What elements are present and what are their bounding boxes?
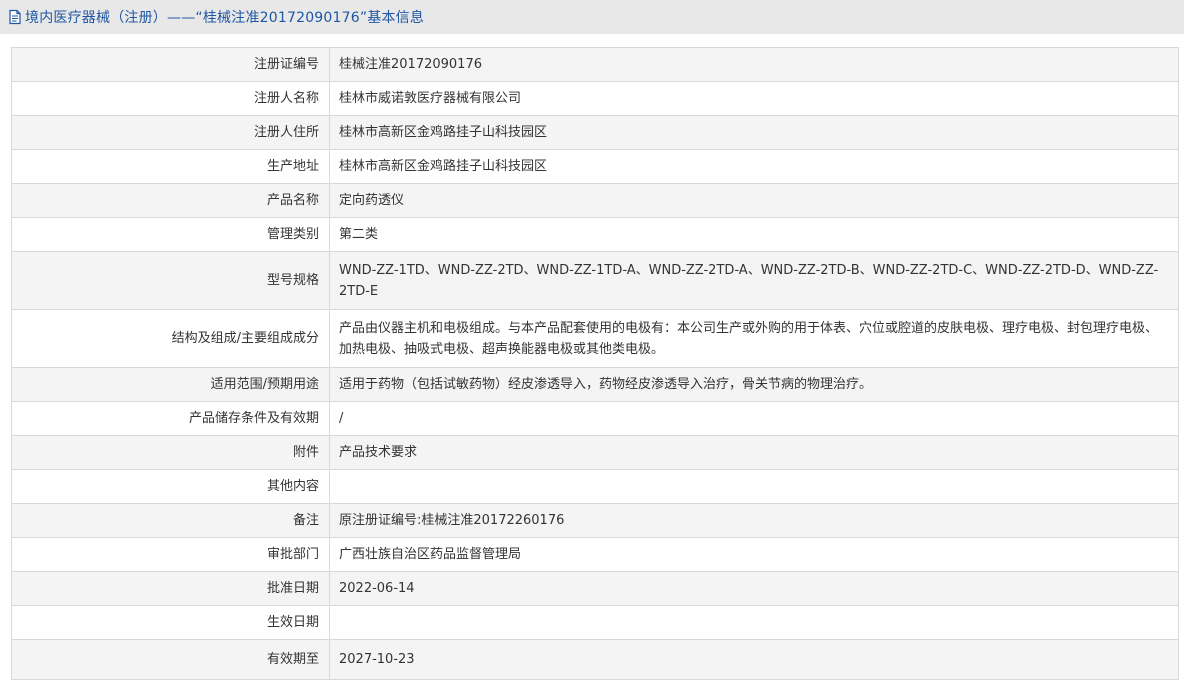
row-label: 其他内容 bbox=[11, 469, 330, 504]
row-label: 适用范围/预期用途 bbox=[11, 367, 330, 402]
table-row: 备注 原注册证编号:桂械注准20172260176 bbox=[11, 503, 1179, 538]
table-row: 生效日期 bbox=[11, 605, 1179, 640]
page-title: 境内医疗器械（注册）——“桂械注准20172090176”基本信息 bbox=[25, 10, 425, 26]
row-label: 产品储存条件及有效期 bbox=[11, 401, 330, 436]
table-row: 结构及组成/主要组成成分 产品由仪器主机和电极组成。与本产品配套使用的电极有：本… bbox=[11, 309, 1179, 368]
row-value: WND-ZZ-1TD、WND-ZZ-2TD、WND-ZZ-1TD-A、WND-Z… bbox=[329, 251, 1179, 310]
row-label: 审批部门 bbox=[11, 537, 330, 572]
detail-table: 注册证编号 桂械注准20172090176 注册人名称 桂林市威诺敦医疗器械有限… bbox=[11, 47, 1179, 680]
table-row: 注册人住所 桂林市高新区金鸡路挂子山科技园区 bbox=[11, 115, 1179, 150]
page-header: 境内医疗器械（注册）——“桂械注准20172090176”基本信息 bbox=[0, 0, 1184, 34]
row-label: 结构及组成/主要组成成分 bbox=[11, 309, 330, 368]
table-row: 适用范围/预期用途 适用于药物（包括试敏药物）经皮渗透导入，药物经皮渗透导入治疗… bbox=[11, 367, 1179, 402]
row-value: 桂林市威诺敦医疗器械有限公司 bbox=[329, 81, 1179, 116]
row-value: 第二类 bbox=[329, 217, 1179, 252]
row-label: 注册人名称 bbox=[11, 81, 330, 116]
row-label: 管理类别 bbox=[11, 217, 330, 252]
row-label: 生效日期 bbox=[11, 605, 330, 640]
row-value: 桂械注准20172090176 bbox=[329, 47, 1179, 82]
detail-table-container: 注册证编号 桂械注准20172090176 注册人名称 桂林市威诺敦医疗器械有限… bbox=[11, 47, 1179, 680]
row-value bbox=[329, 469, 1179, 504]
row-value: 产品由仪器主机和电极组成。与本产品配套使用的电极有：本公司生产或外购的用于体表、… bbox=[329, 309, 1179, 368]
table-row: 批准日期 2022-06-14 bbox=[11, 571, 1179, 606]
row-label: 注册人住所 bbox=[11, 115, 330, 150]
row-value: 2027-10-23 bbox=[329, 639, 1179, 680]
row-label: 产品名称 bbox=[11, 183, 330, 218]
row-label: 备注 bbox=[11, 503, 330, 538]
row-value: 桂林市高新区金鸡路挂子山科技园区 bbox=[329, 115, 1179, 150]
table-row: 附件 产品技术要求 bbox=[11, 435, 1179, 470]
row-value bbox=[329, 605, 1179, 640]
row-value: 原注册证编号:桂械注准20172260176 bbox=[329, 503, 1179, 538]
row-value: 桂林市高新区金鸡路挂子山科技园区 bbox=[329, 149, 1179, 184]
table-row: 产品名称 定向药透仪 bbox=[11, 183, 1179, 218]
table-row: 管理类别 第二类 bbox=[11, 217, 1179, 252]
row-label: 附件 bbox=[11, 435, 330, 470]
row-value: 2022-06-14 bbox=[329, 571, 1179, 606]
row-label: 有效期至 bbox=[11, 639, 330, 680]
row-label: 生产地址 bbox=[11, 149, 330, 184]
row-value: 适用于药物（包括试敏药物）经皮渗透导入，药物经皮渗透导入治疗，骨关节病的物理治疗… bbox=[329, 367, 1179, 402]
table-row: 有效期至 2027-10-23 bbox=[11, 639, 1179, 680]
table-row: 其他内容 bbox=[11, 469, 1179, 504]
row-label: 注册证编号 bbox=[11, 47, 330, 82]
row-label: 批准日期 bbox=[11, 571, 330, 606]
row-value: 定向药透仪 bbox=[329, 183, 1179, 218]
table-row: 审批部门 广西壮族自治区药品监督管理局 bbox=[11, 537, 1179, 572]
row-label: 型号规格 bbox=[11, 251, 330, 310]
table-row: 生产地址 桂林市高新区金鸡路挂子山科技园区 bbox=[11, 149, 1179, 184]
row-value: / bbox=[329, 401, 1179, 436]
table-row: 注册证编号 桂械注准20172090176 bbox=[11, 47, 1179, 82]
row-value: 广西壮族自治区药品监督管理局 bbox=[329, 537, 1179, 572]
document-icon bbox=[8, 9, 22, 25]
table-row: 注册人名称 桂林市威诺敦医疗器械有限公司 bbox=[11, 81, 1179, 116]
table-row: 型号规格 WND-ZZ-1TD、WND-ZZ-2TD、WND-ZZ-1TD-A、… bbox=[11, 251, 1179, 310]
table-row: 产品储存条件及有效期 / bbox=[11, 401, 1179, 436]
row-value: 产品技术要求 bbox=[329, 435, 1179, 470]
